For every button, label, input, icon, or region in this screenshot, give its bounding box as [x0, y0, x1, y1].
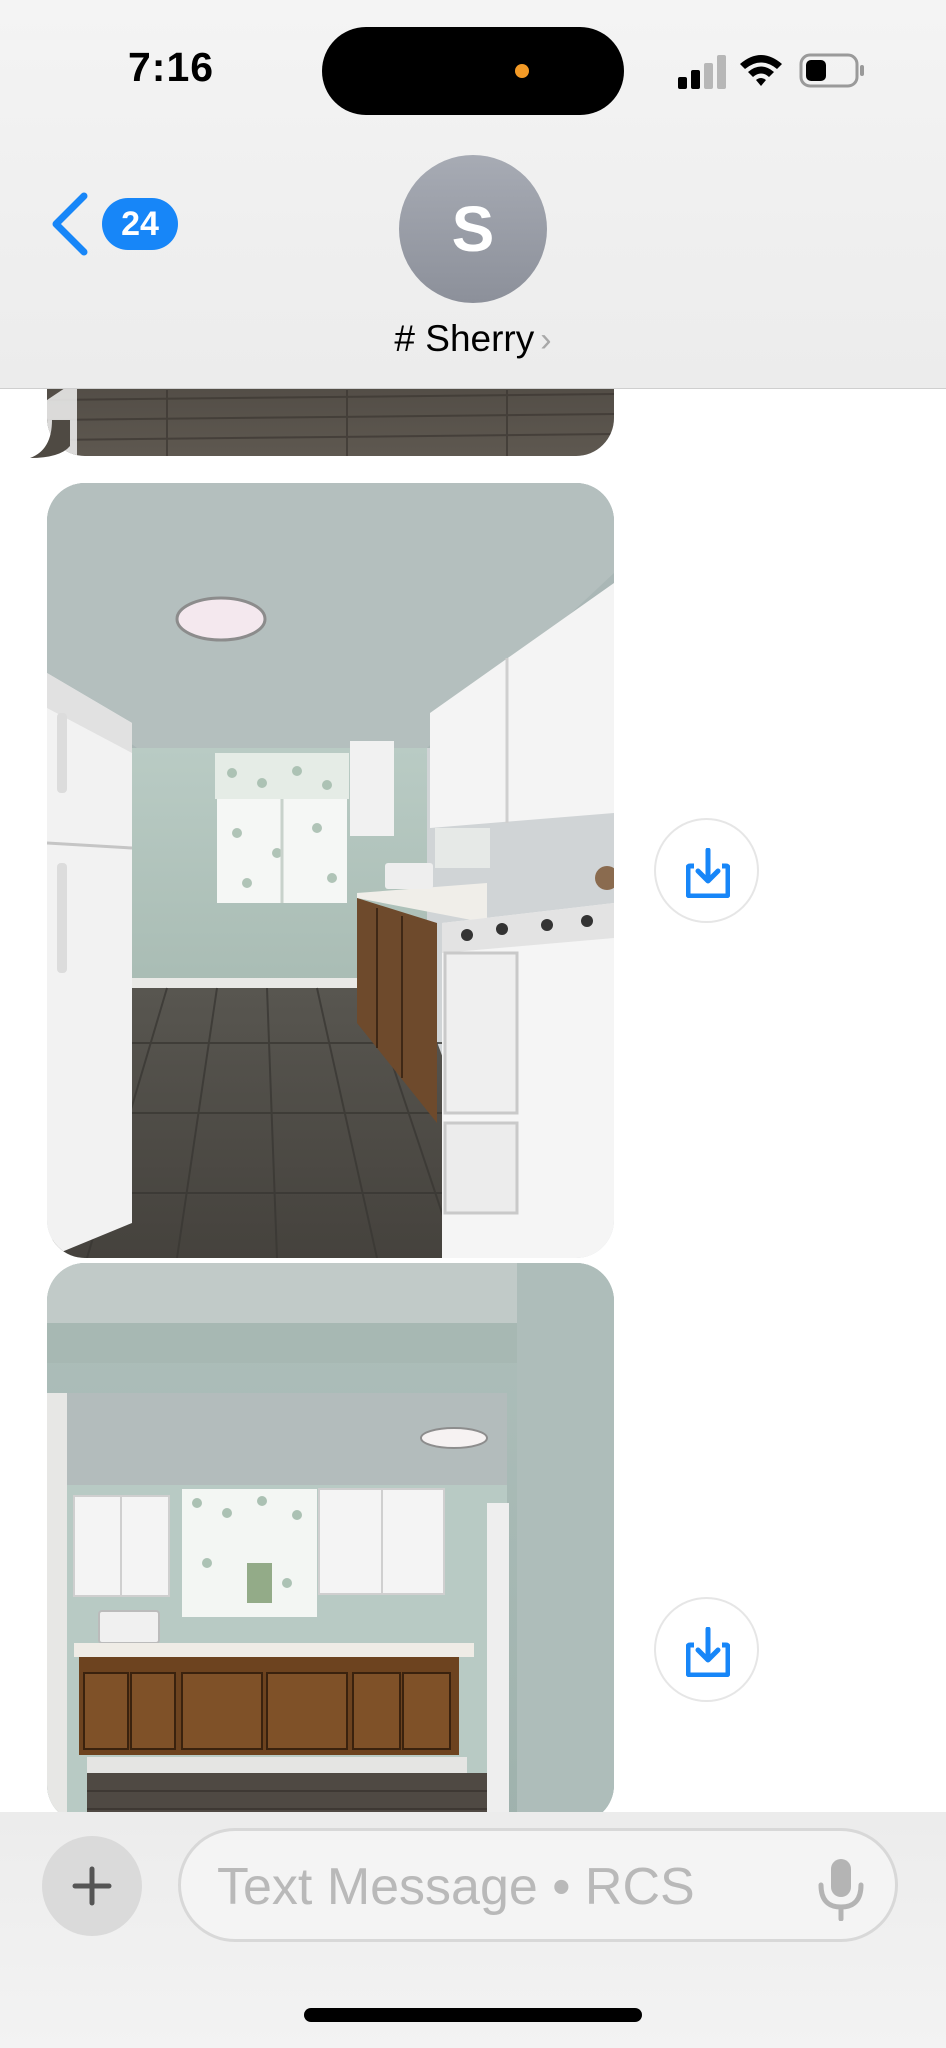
kitchen-sink-cabinets-photo — [47, 1263, 614, 1823]
back-button[interactable]: 24 — [48, 188, 184, 260]
chevron-left-icon — [52, 192, 88, 256]
dynamic-island — [322, 27, 624, 115]
conversation-header: 7:16 24 S # Sherry › — [0, 0, 946, 389]
unread-count-badge: 24 — [102, 198, 178, 250]
save-photo-button-3[interactable] — [654, 1597, 759, 1702]
photo-message-2[interactable] — [47, 483, 614, 1258]
contact-name[interactable]: # Sherry › — [0, 318, 946, 360]
galley-kitchen-photo — [47, 483, 614, 1258]
save-to-photos-icon — [686, 1627, 730, 1677]
message-input[interactable] — [217, 1857, 777, 1917]
photo-message-3[interactable] — [47, 1263, 614, 1823]
save-to-photos-icon — [686, 848, 730, 898]
plus-icon — [72, 1866, 112, 1906]
save-photo-button-2[interactable] — [654, 818, 759, 923]
contact-avatar[interactable]: S — [399, 155, 547, 303]
recording-indicator — [515, 64, 529, 78]
wifi-icon — [740, 55, 782, 86]
status-time: 7:16 — [128, 44, 215, 90]
add-attachment-button[interactable] — [42, 1836, 142, 1936]
bubble-tail — [30, 420, 70, 458]
cellular-signal-icon — [678, 55, 726, 89]
message-field[interactable] — [178, 1828, 898, 1942]
chevron-right-icon: › — [540, 321, 552, 359]
battery-icon — [799, 53, 864, 88]
microphone-icon — [818, 1859, 864, 1922]
dictation-button[interactable] — [815, 1857, 867, 1922]
home-indicator — [304, 2008, 642, 2022]
status-icons — [678, 53, 864, 89]
contact-name-label: # Sherry — [394, 318, 535, 359]
message-composer — [0, 1812, 946, 2048]
